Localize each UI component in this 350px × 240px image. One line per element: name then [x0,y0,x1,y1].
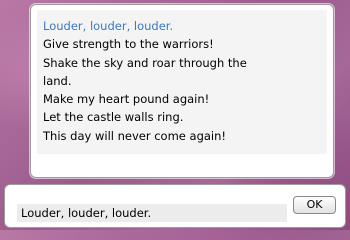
message-line-6: Let the castle walls ring. [43,110,184,125]
message-line-2: Give strength to the warriors! [43,37,214,52]
answer-input[interactable]: Louder, louder, louder. [17,204,287,222]
message-text-area: Louder, louder, louder. Give strength to… [37,10,327,154]
message-line-4: land. [43,73,72,88]
message-line-3: Shake the sky and roar through the [43,55,247,70]
message-line-7: This day will never come again! [43,128,227,143]
message-line-1: Louder, louder, louder. [43,19,174,33]
ok-button[interactable]: OK [293,196,336,214]
message-line-5: Make my heart pound again! [43,92,210,107]
answer-window: Louder, louder, louder. OK [4,184,346,228]
message-window: Louder, louder, louder. Give strength to… [30,4,334,178]
